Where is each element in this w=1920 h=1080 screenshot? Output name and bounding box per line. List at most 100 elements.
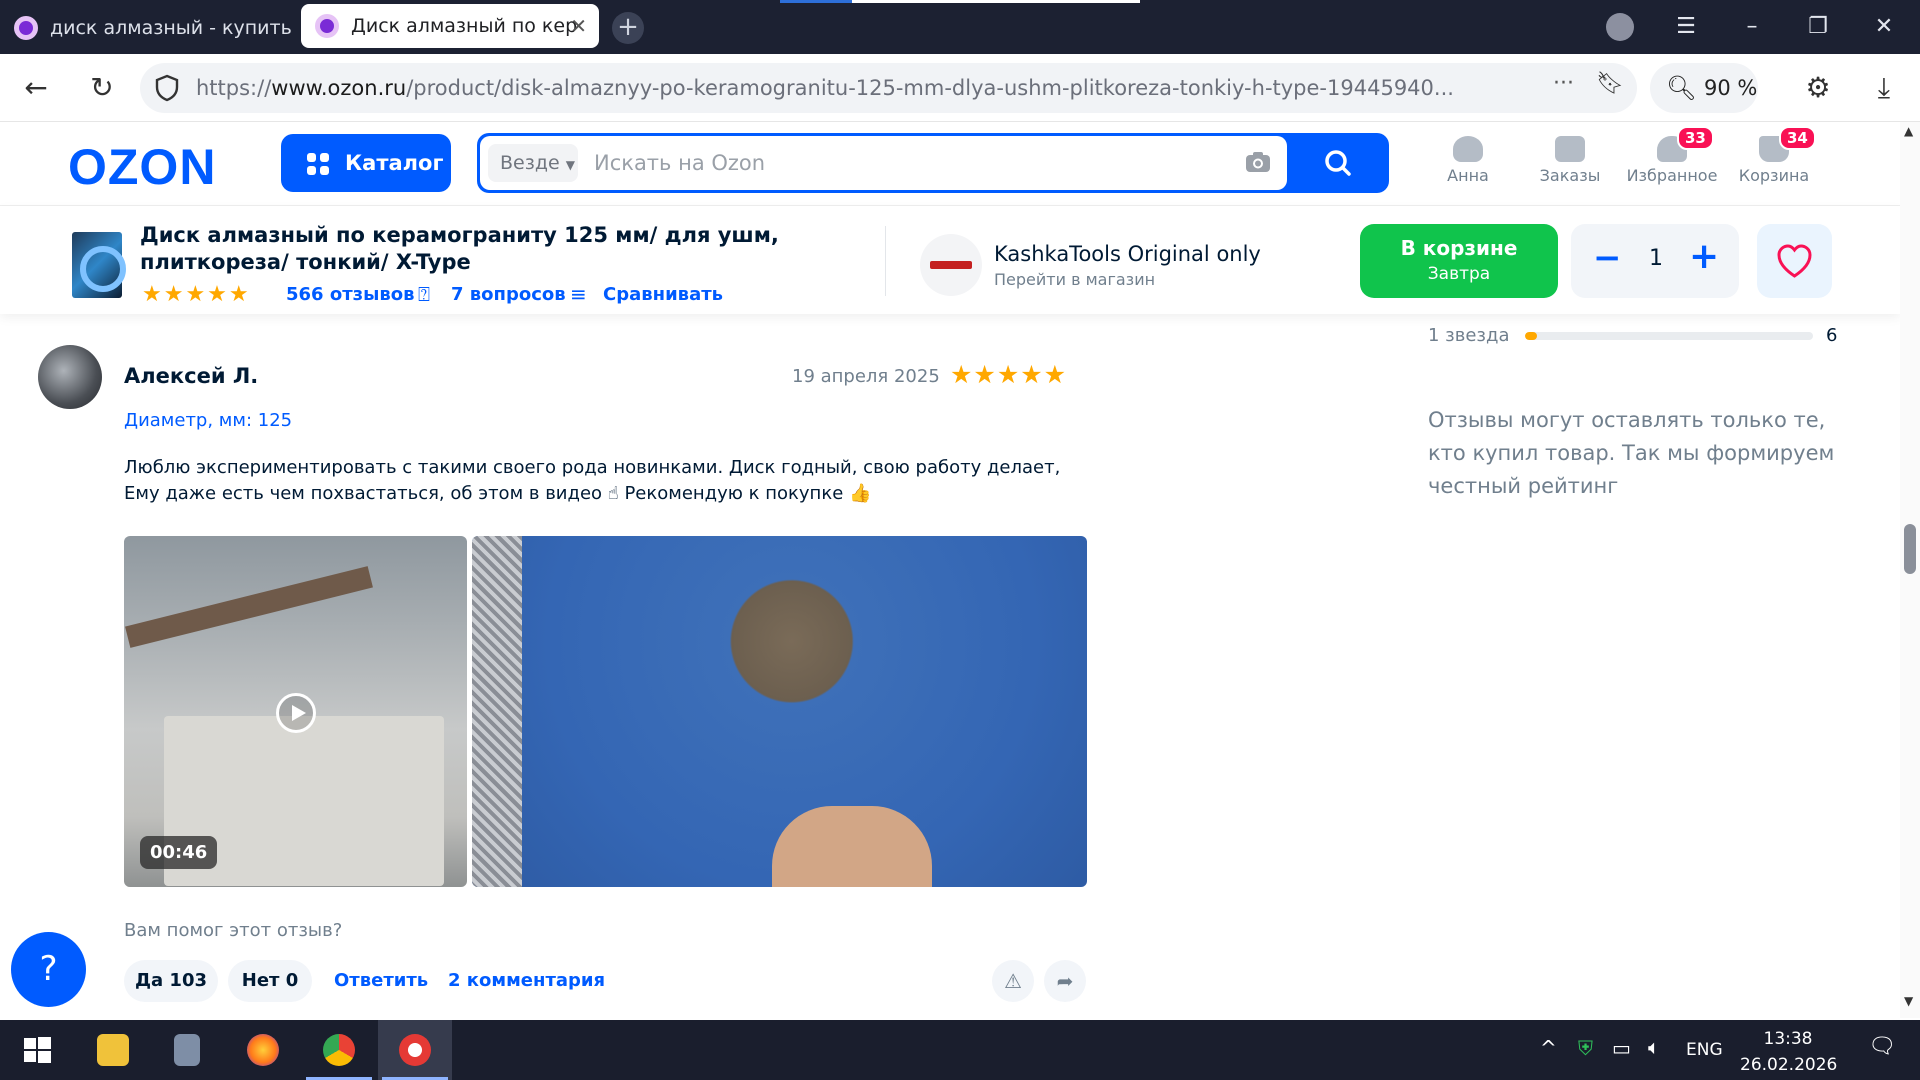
site-security-shield-icon[interactable]: [154, 74, 180, 102]
reply-link[interactable]: Ответить: [334, 970, 428, 991]
catalog-button[interactable]: Каталог: [281, 134, 451, 192]
reviews-count-link[interactable]: 566 отзывов: [286, 284, 415, 305]
review-video-thumbnail[interactable]: 00:46: [124, 536, 467, 887]
review-variant-param: Диаметр, мм: 125: [124, 410, 293, 431]
back-arrow-icon[interactable]: ←: [16, 68, 56, 108]
increase-quantity-button[interactable]: +: [1689, 236, 1719, 277]
header-cart[interactable]: 34 Корзина: [1724, 126, 1824, 185]
volume-icon[interactable]: 🔈︎: [1648, 1035, 1660, 1059]
header-orders[interactable]: Заказы: [1520, 136, 1620, 185]
video-duration: 00:46: [140, 836, 218, 869]
page-scrollbar[interactable]: ▲ ▼: [1900, 122, 1920, 1018]
scroll-down-arrow-icon[interactable]: ▼: [1904, 994, 1913, 1008]
header-profile[interactable]: Анна: [1418, 136, 1518, 185]
play-icon[interactable]: [276, 693, 316, 733]
taskbar-file-explorer[interactable]: [76, 1020, 150, 1080]
help-chat-button[interactable]: ?: [11, 932, 86, 1007]
more-options-icon[interactable]: ···: [1553, 71, 1574, 96]
review-date: 19 апреля 2025: [792, 366, 940, 387]
review-author: Алексей Л.: [124, 364, 259, 388]
taskbar-clock[interactable]: 13:38 26.02.2026: [1740, 1026, 1837, 1078]
windows-logo-icon: [24, 1037, 51, 1063]
browser-tab-1[interactable]: диск алмазный - купить н: [0, 6, 296, 50]
go-to-store-link[interactable]: Перейти в магазин: [994, 270, 1155, 289]
product-sticky-bar: Диск алмазный по керамограниту 125 мм/ д…: [0, 206, 1900, 314]
divider: [885, 226, 886, 296]
heart-outline-icon: [1777, 244, 1812, 278]
helpful-no-button[interactable]: Нет 0: [228, 960, 312, 1002]
favorites-count-badge: 33: [1677, 126, 1714, 150]
rating-row-bar-fill: [1525, 332, 1537, 340]
compare-link[interactable]: Сравнивать: [603, 284, 723, 305]
compare-icon: ≡: [570, 282, 587, 306]
decrease-quantity-button[interactable]: −: [1593, 238, 1622, 278]
browser-menu-icon[interactable]: ☰: [1666, 8, 1706, 46]
network-icon[interactable]: ▭: [1612, 1036, 1631, 1060]
close-window-icon[interactable]: ✕: [1864, 8, 1904, 46]
url-field[interactable]: https://www.ozon.ru/product/disk-almazny…: [140, 63, 1637, 113]
catalog-grid-icon: [307, 153, 329, 175]
review-photo-thumbnail[interactable]: [472, 536, 1087, 887]
new-tab-button[interactable]: +: [612, 12, 644, 44]
scrollbar-thumb[interactable]: [1904, 524, 1916, 574]
input-language[interactable]: ENG: [1686, 1040, 1723, 1060]
search-bar: Везде ▼: [477, 133, 1389, 193]
product-thumbnail[interactable]: [72, 232, 126, 298]
tab-title: диск алмазный - купить н: [50, 17, 296, 39]
bookmark-icon[interactable]: 🔖︎: [1596, 71, 1624, 96]
close-tab-icon[interactable]: ✕: [570, 14, 587, 38]
quantity-stepper: − 1 +: [1571, 224, 1739, 298]
browser-profile-icon[interactable]: [1606, 13, 1634, 41]
search-input[interactable]: [594, 144, 1214, 182]
product-rating-stars: ★★★★★: [142, 282, 251, 307]
rating-row-count: 6: [1826, 325, 1838, 346]
in-cart-button[interactable]: В корзине Завтра: [1360, 224, 1558, 298]
search-button[interactable]: [1295, 139, 1381, 187]
questions-link[interactable]: 7 вопросов: [451, 284, 566, 305]
taskbar-firefox[interactable]: [226, 1020, 300, 1080]
search-scope-dropdown[interactable]: Везде ▼: [488, 144, 578, 182]
orders-box-icon: [1555, 136, 1585, 162]
folder-icon: [97, 1034, 129, 1066]
reviewer-avatar: [38, 345, 102, 409]
ozon-logo[interactable]: OZON: [68, 138, 216, 196]
review-text: Люблю экспериментировать с такими своего…: [124, 457, 1061, 504]
restore-window-icon[interactable]: ❐: [1798, 8, 1838, 46]
minimize-window-icon[interactable]: –: [1732, 8, 1772, 46]
taskbar-calculator[interactable]: [150, 1020, 224, 1080]
firefox-icon: [247, 1034, 279, 1066]
header-favorites[interactable]: 33 Избранное: [1622, 126, 1722, 185]
helpful-yes-button[interactable]: Да 103: [124, 960, 218, 1002]
page-load-progress: [780, 0, 1140, 3]
chrome-icon: [323, 1034, 355, 1066]
url-text: https://www.ozon.ru/product/disk-almazny…: [196, 76, 1454, 100]
quantity-value: 1: [1649, 246, 1663, 271]
share-icon[interactable]: ➦: [1044, 960, 1086, 1002]
scroll-up-arrow-icon[interactable]: ▲: [1904, 124, 1913, 138]
seller-name[interactable]: KashkaTools Original only: [994, 242, 1261, 266]
start-button[interactable]: [0, 1020, 74, 1080]
taskbar-yandex-browser[interactable]: [378, 1020, 452, 1080]
comments-link[interactable]: 2 комментария: [448, 970, 605, 991]
rating-row-label: 1 звезда: [1428, 325, 1510, 346]
user-icon: [1453, 136, 1483, 162]
notifications-icon[interactable]: 🗨︎: [1868, 1034, 1896, 1059]
add-to-favorites-button[interactable]: [1757, 224, 1832, 298]
zoom-level-indicator[interactable]: 🔍︎ 90 %: [1650, 63, 1758, 113]
extensions-icon[interactable]: ⚙: [1798, 68, 1838, 108]
ozon-favicon-icon: [14, 16, 38, 40]
ozon-favicon-icon: [315, 14, 339, 38]
camera-search-icon[interactable]: [1245, 151, 1271, 173]
calculator-icon: [174, 1034, 200, 1066]
reviews-policy-note: Отзывы могут оставлять только те, кто ку…: [1428, 408, 1835, 498]
browser-tab-2-active[interactable]: Диск алмазный по кер ✕: [301, 4, 599, 48]
product-title: Диск алмазный по керамограниту 125 мм/ д…: [140, 223, 779, 274]
seller-logo[interactable]: [920, 234, 982, 296]
tray-overflow-chevron-icon[interactable]: ^: [1540, 1036, 1557, 1060]
windows-taskbar: ^ ⛨ ▭ 🔈︎ 🗨︎: [0, 1020, 1920, 1080]
reload-icon[interactable]: ↻: [82, 68, 122, 108]
downloads-icon[interactable]: ⤓: [1864, 68, 1904, 108]
security-shield-icon[interactable]: ⛨: [1578, 1036, 1593, 1060]
report-warning-icon[interactable]: ⚠: [992, 960, 1034, 1002]
taskbar-chrome[interactable]: [302, 1020, 376, 1080]
